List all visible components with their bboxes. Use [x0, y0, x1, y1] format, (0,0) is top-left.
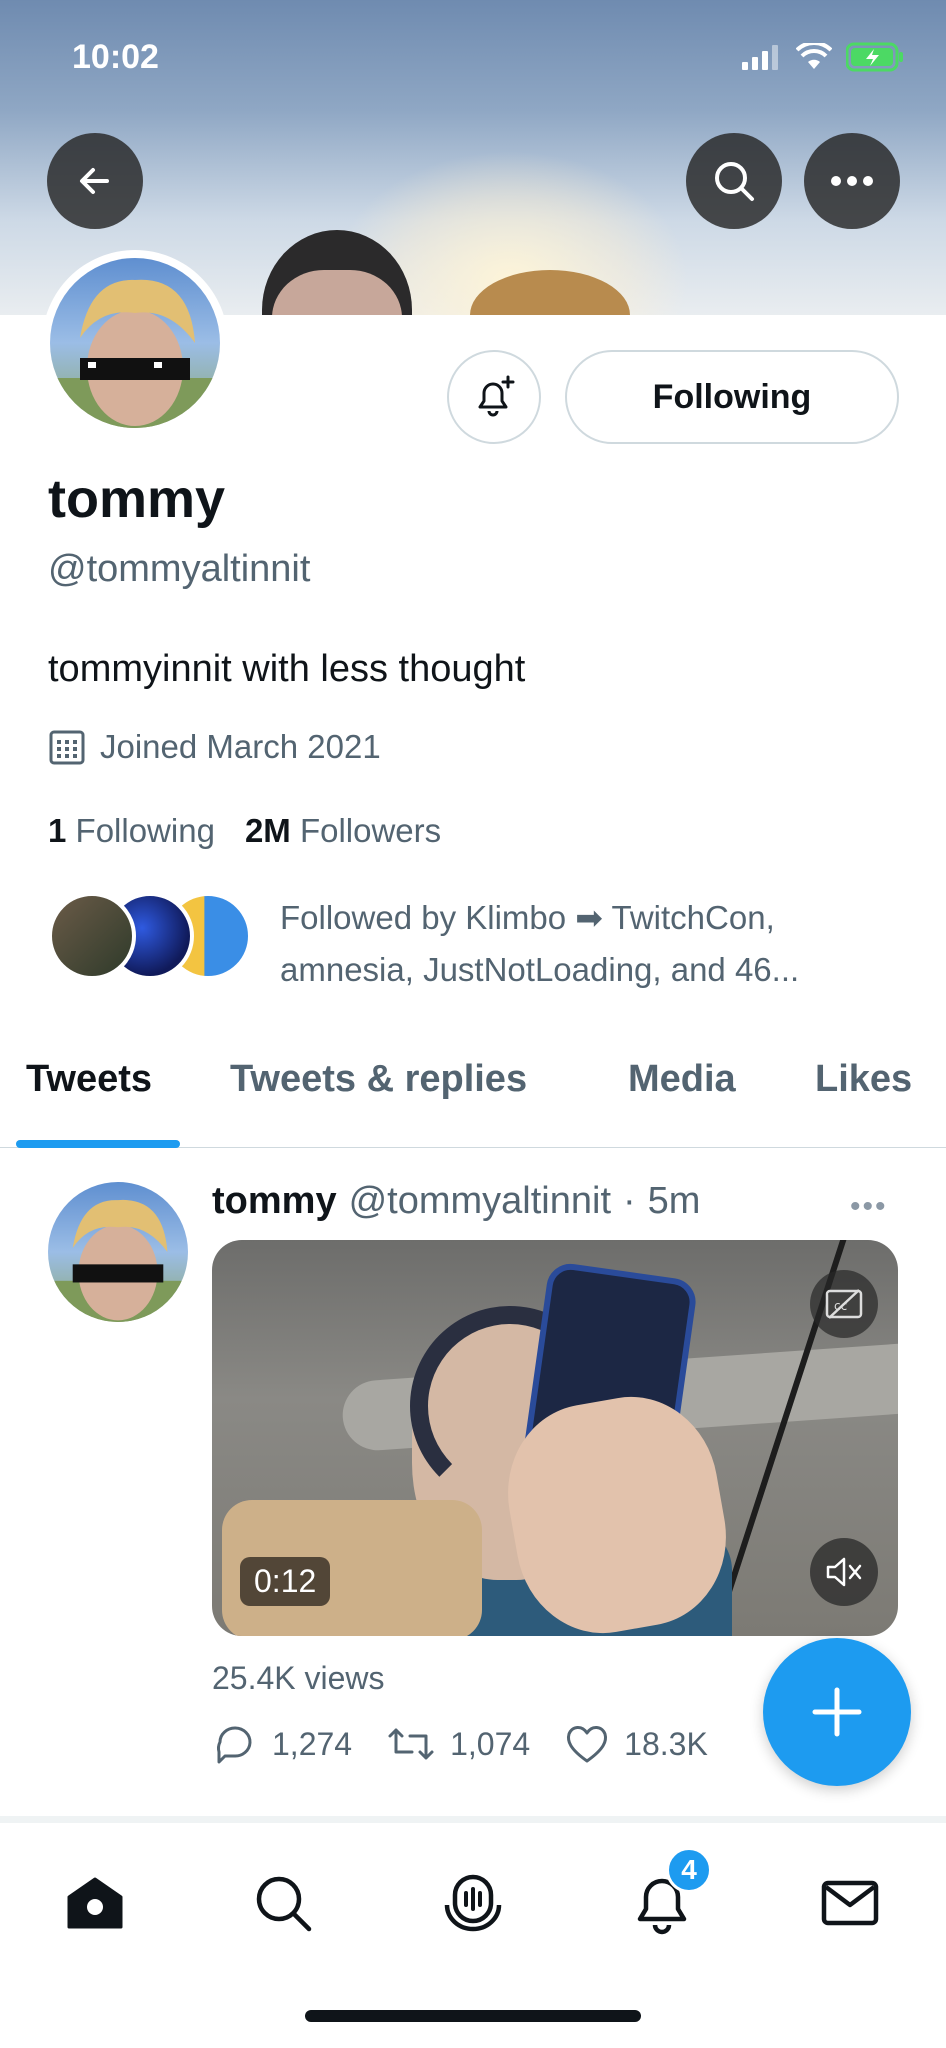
spaces-microphone-icon [444, 1874, 502, 1932]
heart-icon [567, 1726, 608, 1763]
mail-icon [821, 1880, 879, 1926]
captions-button[interactable]: cc [810, 1270, 878, 1338]
tweet-handle: @tommyaltinnit [348, 1180, 611, 1222]
following-stat[interactable]: 1 Following [48, 812, 215, 850]
tweet-separator: · [623, 1180, 636, 1222]
arrow-left-icon [80, 168, 109, 194]
tab-likes[interactable]: Likes [815, 1058, 912, 1101]
tweet-avatar[interactable] [48, 1182, 188, 1322]
home-icon [67, 1877, 123, 1929]
wifi-icon [796, 43, 832, 69]
follow-stats: 1 Following 2M Followers [48, 812, 441, 850]
search-icon [715, 162, 754, 201]
battery-charging-icon [846, 42, 903, 72]
back-button[interactable] [47, 133, 143, 229]
search-button[interactable] [686, 133, 782, 229]
avatar-portrait [48, 1199, 188, 1322]
more-horizontal-icon [831, 176, 873, 186]
like-button[interactable]: 18.3K [564, 1723, 708, 1765]
compose-tweet-button[interactable] [763, 1638, 911, 1786]
retweet-count: 1,074 [450, 1725, 531, 1762]
nav-home[interactable] [55, 1863, 135, 1943]
reply-button[interactable]: 1,274 [212, 1722, 352, 1766]
nav-spaces[interactable] [433, 1863, 513, 1943]
status-icons [742, 42, 904, 72]
tweet-views: 25.4K views [212, 1660, 385, 1696]
following-button[interactable]: Following [565, 350, 899, 444]
captions-off-icon: cc [825, 1289, 863, 1319]
profile-name: tommy [48, 469, 226, 529]
tweet-actions: 1,274 1,074 18.3K [212, 1722, 742, 1766]
nav-search[interactable] [243, 1863, 323, 1943]
profile-avatar[interactable] [42, 250, 228, 436]
follower-avatar [48, 892, 136, 980]
retweet-icon [388, 1728, 434, 1760]
followed-by-avatars[interactable] [48, 892, 252, 980]
nav-notifications[interactable]: 4 [622, 1847, 712, 1943]
profile-tabs: Tweets Tweets & replies Media Likes [0, 1040, 946, 1148]
followed-by-text[interactable]: Followed by Klimbo ➡ TwitchCon, amnesia,… [280, 892, 900, 996]
more-options-button[interactable] [804, 133, 900, 229]
speaker-muted-icon [826, 1557, 862, 1587]
like-count: 18.3K [624, 1725, 708, 1762]
status-time: 10:02 [72, 38, 159, 76]
retweet-button[interactable]: 1,074 [386, 1722, 530, 1766]
tab-tweets-replies[interactable]: Tweets & replies [230, 1058, 527, 1101]
tweet-more-button[interactable]: ••• [850, 1190, 888, 1224]
mute-button[interactable] [810, 1538, 878, 1606]
followers-stat[interactable]: 2M Followers [245, 812, 441, 850]
reply-icon [217, 1726, 252, 1764]
bell-plus-icon [478, 375, 515, 417]
search-icon [256, 1876, 312, 1932]
signal-icon [742, 45, 778, 70]
tweet-video[interactable]: cc 0:12 [212, 1240, 898, 1636]
notify-bell-button[interactable] [447, 350, 541, 444]
video-duration: 0:12 [240, 1557, 331, 1606]
tweet-author[interactable]: tommy [212, 1180, 337, 1223]
nav-messages[interactable] [810, 1863, 890, 1943]
joined-text: Joined March 2021 [100, 728, 381, 765]
plus-icon [812, 1687, 862, 1737]
tab-media[interactable]: Media [628, 1058, 736, 1101]
home-indicator [305, 2010, 641, 2022]
tweet-time: 5m [647, 1180, 701, 1222]
avatar-image [50, 258, 220, 428]
joined-date: Joined March 2021 [48, 728, 381, 766]
profile-bio: tommyinnit with less thought [48, 648, 526, 690]
active-tab-indicator [16, 1140, 180, 1148]
tweet-header: tommy @tommyaltinnit · 5m [212, 1180, 700, 1223]
avatar-portrait [50, 279, 220, 428]
notifications-badge: 4 [666, 1847, 712, 1893]
tab-tweets[interactable]: Tweets [26, 1058, 152, 1101]
calendar-icon [49, 730, 85, 765]
profile-handle: @tommyaltinnit [48, 548, 311, 590]
reply-count: 1,274 [272, 1725, 353, 1762]
